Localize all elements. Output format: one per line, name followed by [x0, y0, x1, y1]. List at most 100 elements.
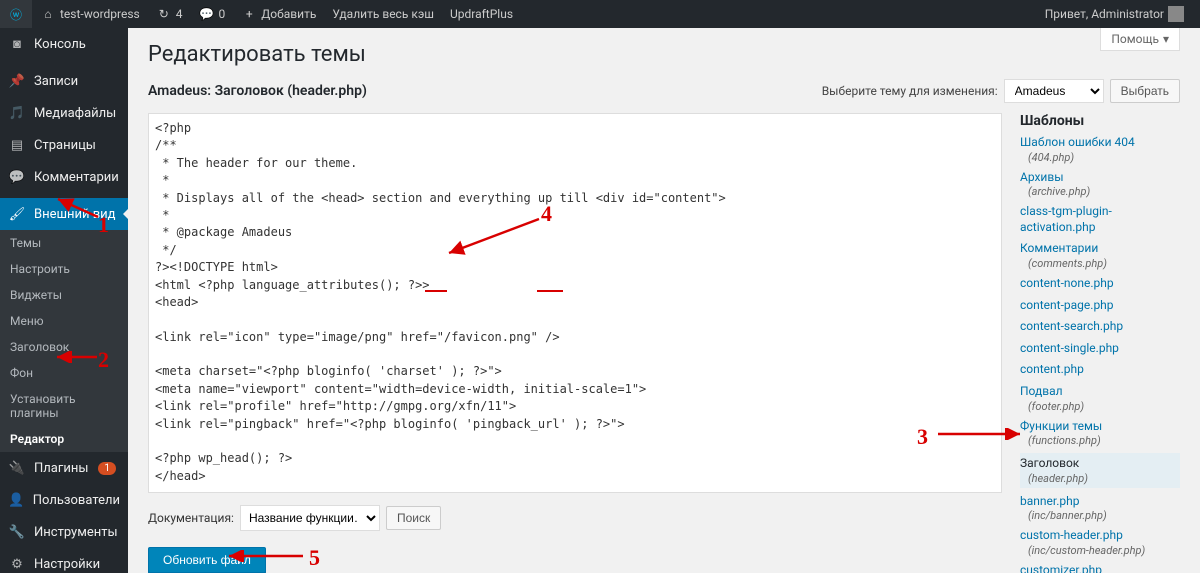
refresh-icon: ↻: [156, 6, 172, 22]
template-link: content-search.php: [1020, 319, 1180, 335]
template-item[interactable]: class-tgm-plugin-activation.php: [1020, 204, 1180, 235]
template-item[interactable]: Комментарии(comments.php): [1020, 241, 1180, 270]
template-item[interactable]: Подвал(footer.php): [1020, 384, 1180, 413]
submenu-menus[interactable]: Меню: [0, 308, 128, 334]
comments-icon: 💬: [8, 168, 26, 186]
template-file: (comments.php): [1020, 257, 1180, 270]
account-button[interactable]: Привет, Administrator: [1037, 0, 1192, 28]
sidebar-item-media[interactable]: 🎵Медиафайлы: [0, 97, 128, 129]
sliders-icon: ⚙: [8, 555, 26, 573]
comment-icon: 💬: [199, 6, 215, 22]
user-icon: 👤: [8, 491, 25, 509]
add-new-label: Добавить: [261, 7, 316, 21]
template-link: class-tgm-plugin-activation.php: [1020, 204, 1180, 235]
sidebar-item-settings[interactable]: ⚙Настройки: [0, 548, 128, 573]
add-new-button[interactable]: + Добавить: [233, 0, 324, 28]
wordpress-icon: ⓦ: [8, 6, 24, 22]
sidebar-item-appearance[interactable]: 🖌Внешний вид: [0, 198, 128, 230]
pages-icon: ▤: [8, 136, 26, 154]
avatar: [1168, 6, 1184, 22]
sidebar-item-pages[interactable]: ▤Страницы: [0, 129, 128, 161]
updates-button[interactable]: ↻4: [148, 0, 191, 28]
wp-logo-button[interactable]: ⓦ: [0, 0, 32, 28]
documentation-select[interactable]: Название функции…: [240, 505, 380, 531]
select-theme-button[interactable]: Выбрать: [1110, 79, 1180, 103]
page-title: Редактировать темы: [148, 42, 1180, 67]
submenu-install-plugins[interactable]: Установить плагины: [0, 386, 128, 426]
template-link: content-none.php: [1020, 276, 1180, 292]
sidebar-item-console[interactable]: ◙Консоль: [0, 28, 128, 60]
template-file: (archive.php): [1020, 185, 1180, 198]
file-subhead: Amadeus: Заголовок (header.php): [148, 83, 367, 99]
template-file: (header.php): [1020, 472, 1180, 485]
submenu-widgets[interactable]: Виджеты: [0, 282, 128, 308]
template-item[interactable]: customizer.php(inc/customizer.php): [1020, 563, 1180, 573]
comments-count: 0: [219, 7, 226, 21]
greeting: Привет, Administrator: [1045, 7, 1164, 21]
template-file: (404.php): [1020, 151, 1180, 164]
comments-button[interactable]: 💬0: [191, 0, 234, 28]
template-link: Подвал: [1020, 384, 1180, 400]
wrench-icon: 🔧: [8, 523, 26, 541]
template-item[interactable]: Архивы(archive.php): [1020, 170, 1180, 199]
templates-panel: Шаблоны Шаблон ошибки 404(404.php) Архивы…: [1020, 113, 1180, 573]
template-item[interactable]: content.php: [1020, 362, 1180, 378]
template-item[interactable]: content-single.php: [1020, 341, 1180, 357]
submenu-customize[interactable]: Настроить: [0, 256, 128, 282]
templates-heading: Шаблоны: [1020, 113, 1180, 129]
template-item[interactable]: Функции темы(functions.php): [1020, 419, 1180, 448]
home-icon: ⌂: [40, 6, 56, 22]
template-link: custom-header.php: [1020, 528, 1180, 544]
clear-cache-button[interactable]: Удалить весь кэш: [324, 0, 442, 28]
template-link: Функции темы: [1020, 419, 1180, 435]
template-link: Заголовок: [1020, 456, 1180, 472]
pin-icon: 📌: [8, 72, 26, 90]
admin-sidebar: ◙Консоль 📌Записи 🎵Медиафайлы ▤Страницы 💬…: [0, 28, 128, 573]
theme-select[interactable]: Amadeus: [1004, 79, 1104, 103]
update-file-button[interactable]: Обновить файл: [148, 547, 266, 573]
submenu-editor[interactable]: Редактор: [0, 426, 128, 452]
media-icon: 🎵: [8, 104, 26, 122]
sidebar-item-plugins[interactable]: 🔌Плагины1: [0, 452, 128, 484]
template-link: customizer.php: [1020, 563, 1180, 573]
template-link: Комментарии: [1020, 241, 1180, 257]
sidebar-item-posts[interactable]: 📌Записи: [0, 65, 128, 97]
plugins-badge: 1: [98, 462, 116, 475]
template-item[interactable]: content-search.php: [1020, 319, 1180, 335]
updates-count: 4: [176, 7, 183, 21]
sidebar-item-comments[interactable]: 💬Комментарии: [0, 161, 128, 193]
template-item[interactable]: banner.php(inc/banner.php): [1020, 494, 1180, 523]
template-file: (functions.php): [1020, 434, 1180, 447]
template-file: (footer.php): [1020, 400, 1180, 413]
submenu-background[interactable]: Фон: [0, 360, 128, 386]
submenu-themes[interactable]: Темы: [0, 230, 128, 256]
plugin-icon: 🔌: [8, 459, 26, 477]
theme-select-label: Выберите тему для изменения:: [822, 84, 998, 98]
sidebar-submenu-appearance: Темы Настроить Виджеты Меню Заголовок Фо…: [0, 230, 128, 452]
updraft-button[interactable]: UpdraftPlus: [442, 0, 521, 28]
site-home-button[interactable]: ⌂ test-wordpress: [32, 0, 148, 28]
template-item[interactable]: content-page.php: [1020, 298, 1180, 314]
template-link: content-page.php: [1020, 298, 1180, 314]
template-item[interactable]: Шаблон ошибки 404(404.php): [1020, 135, 1180, 164]
chevron-down-icon: ▾: [1163, 32, 1169, 46]
template-link: content.php: [1020, 362, 1180, 378]
main-content: Помощь▾ Редактировать темы Amadeus: Заго…: [128, 28, 1200, 573]
template-item[interactable]: custom-header.php(inc/custom-header.php): [1020, 528, 1180, 557]
sidebar-item-tools[interactable]: 🔧Инструменты: [0, 516, 128, 548]
template-link: Шаблон ошибки 404: [1020, 135, 1180, 151]
template-item[interactable]: content-none.php: [1020, 276, 1180, 292]
template-link: banner.php: [1020, 494, 1180, 510]
submenu-header[interactable]: Заголовок: [0, 334, 128, 360]
help-tab[interactable]: Помощь▾: [1100, 28, 1180, 51]
plus-icon: +: [241, 6, 257, 22]
documentation-search-button[interactable]: Поиск: [386, 506, 441, 530]
documentation-label: Документация:: [148, 511, 234, 525]
template-file: (inc/custom-header.php): [1020, 544, 1180, 557]
site-name: test-wordpress: [60, 7, 140, 21]
brush-icon: 🖌: [8, 205, 26, 223]
code-editor[interactable]: [148, 113, 1002, 493]
sidebar-item-users[interactable]: 👤Пользователи: [0, 484, 128, 516]
template-link: Архивы: [1020, 170, 1180, 186]
template-item[interactable]: Заголовок(header.php): [1020, 453, 1180, 488]
